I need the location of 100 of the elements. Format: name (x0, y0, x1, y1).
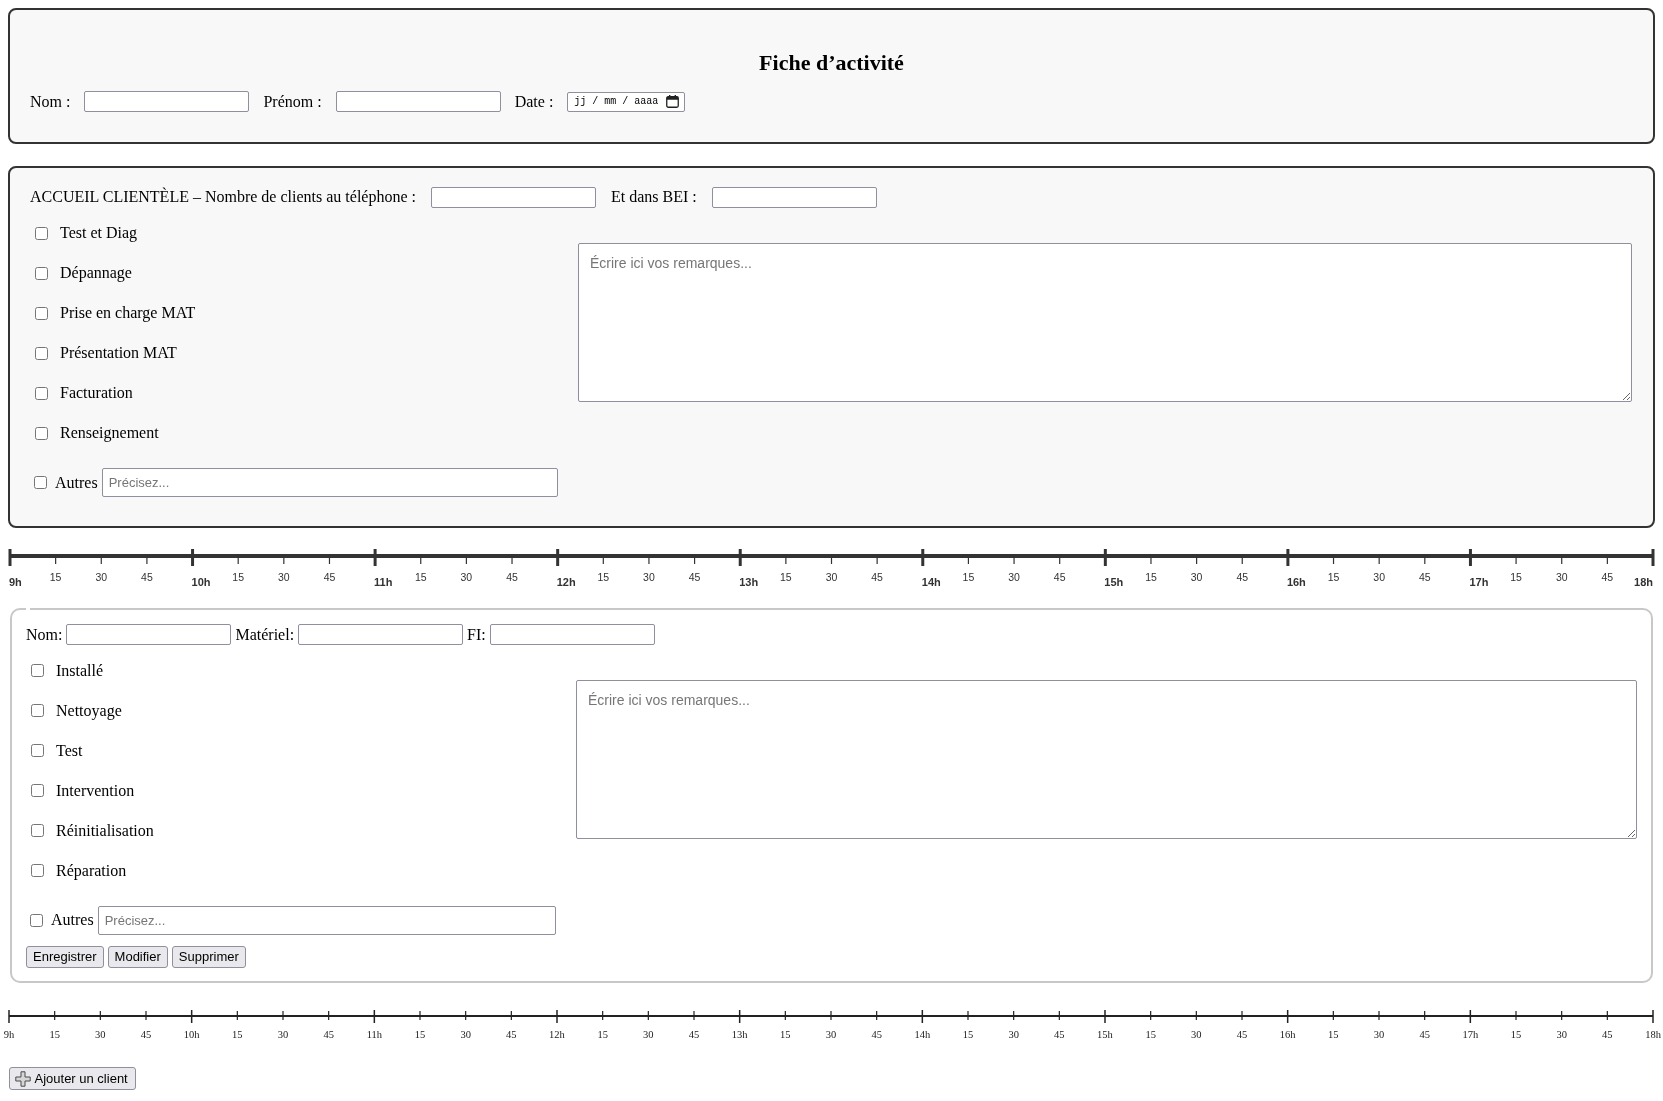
checkbox-label: Nettoyage (56, 701, 122, 720)
checkbox-label: Installé (56, 661, 104, 680)
checkbox[interactable] (35, 346, 48, 360)
minute-label: 30 (94, 1029, 106, 1040)
page-title: Fiche d’activité (758, 50, 905, 76)
form-button[interactable]: Modifier (107, 946, 168, 968)
hour-label: 9h (8, 576, 22, 588)
checkbox[interactable] (31, 864, 44, 877)
field-label: Prénom : (263, 92, 322, 111)
minute-label: 30 (94, 571, 107, 583)
field-label: FI: (467, 625, 486, 644)
minute-label: 45 (1418, 571, 1431, 583)
other-field[interactable]: Précisez... (97, 905, 556, 935)
checkbox[interactable] (35, 426, 48, 440)
checkbox[interactable] (31, 664, 44, 677)
checkbox-label: Réparation (56, 861, 127, 880)
text-field[interactable] (298, 624, 464, 645)
minute-label: 30 (825, 1029, 836, 1040)
minute-label: 15 (1509, 571, 1522, 583)
minute-label: 30 (642, 1029, 654, 1040)
minute-label: 30 (642, 571, 655, 583)
text-field[interactable] (489, 624, 655, 645)
other-field[interactable]: Précisez... (101, 468, 558, 497)
minute-label: 45 (323, 571, 335, 583)
minute-label: 30 (1555, 1029, 1567, 1040)
checkbox-label: Dépannage (60, 264, 132, 282)
form-button[interactable]: Supprimer (171, 946, 246, 968)
minute-label: 15 (1327, 1029, 1339, 1040)
date-field[interactable]: jj / mm / aaaa (567, 91, 686, 112)
checkbox-label: Test et Diag (60, 224, 138, 242)
checkbox[interactable] (31, 744, 44, 757)
hour-label: 18h (1644, 1029, 1661, 1040)
minute-label: 15 (414, 571, 427, 583)
checkbox[interactable] (34, 476, 47, 489)
minute-label: 45 (1601, 1029, 1613, 1040)
remarks-field[interactable]: Écrire ici vos remarques... (576, 680, 1637, 839)
add-client-button[interactable]: Ajouter un client (8, 1067, 136, 1090)
minute-label: 45 (505, 571, 518, 583)
minute-label: 15 (231, 571, 244, 583)
minute-label: 45 (140, 1029, 151, 1040)
checkbox-label: Test (56, 741, 83, 760)
checkbox-label: Prise en charge MAT (60, 304, 196, 322)
hour-label: 14h (921, 576, 941, 588)
hour-label: 9h (3, 1029, 14, 1040)
checkbox[interactable] (31, 824, 44, 837)
hour-label: 13h (731, 1029, 748, 1040)
minute-label: 45 (1235, 571, 1248, 583)
minute-label: 30 (1190, 571, 1202, 583)
minute-label: 45 (1418, 1029, 1430, 1040)
minute-label: 45 (322, 1029, 334, 1040)
hour-label: 16h (1286, 576, 1306, 588)
field-label: Et dans BEI : (610, 188, 697, 206)
checkbox[interactable] (35, 226, 48, 240)
hour-label: 18h (1633, 576, 1653, 588)
minute-label: 30 (277, 571, 290, 583)
text-field[interactable] (711, 186, 877, 208)
minute-label: 30 (460, 571, 472, 583)
checkbox-label: Intervention (56, 781, 135, 800)
minute-label: 15 (49, 571, 61, 583)
minute-label: 30 (1007, 1029, 1019, 1040)
field-label: Nom : (30, 92, 71, 111)
minute-label: 45 (688, 1029, 699, 1040)
minute-label: 30 (459, 1029, 471, 1040)
minute-label: 15 (1144, 571, 1157, 583)
minute-label: 30 (1372, 571, 1385, 583)
checkbox[interactable] (35, 266, 48, 280)
hour-label: 16h (1279, 1029, 1296, 1040)
checkbox[interactable] (31, 704, 44, 717)
minute-label: 45 (688, 571, 700, 583)
checkbox[interactable] (30, 913, 43, 927)
form-button[interactable]: Enregistrer (26, 946, 104, 968)
hour-label: 13h (738, 576, 758, 588)
minute-label: 15 (779, 1029, 791, 1040)
minute-label: 30 (1007, 571, 1020, 583)
hour-label: 10h (191, 576, 210, 588)
checkbox[interactable] (31, 784, 44, 797)
checkbox[interactable] (35, 386, 48, 400)
minute-label: 45 (1236, 1029, 1247, 1040)
remarks-field[interactable]: Écrire ici vos remarques... (578, 242, 1632, 402)
minute-label: 45 (505, 1029, 517, 1040)
minute-label: 45 (870, 1029, 882, 1040)
hour-label: 15h (1103, 576, 1123, 588)
minute-label: 45 (1053, 571, 1066, 583)
field-label: Date : (514, 92, 554, 111)
hour-label: 17h (1468, 576, 1488, 588)
minute-label: 30 (1373, 1029, 1384, 1040)
text-field[interactable] (84, 91, 250, 112)
minute-label: 15 (779, 571, 792, 583)
hour-label: 15h (1096, 1029, 1113, 1040)
checkbox-label: Réinitialisation (56, 821, 154, 840)
text-field[interactable] (430, 186, 596, 208)
hour-label: 17h (1461, 1029, 1478, 1040)
minute-label: 30 (1555, 571, 1568, 583)
text-field[interactable] (66, 624, 232, 645)
text-field[interactable] (335, 91, 501, 112)
minute-label: 15 (231, 1029, 243, 1040)
minute-label: 30 (277, 1029, 288, 1040)
field-label: Matériel: (235, 625, 295, 644)
field-label: Nom: (26, 625, 63, 644)
checkbox[interactable] (35, 306, 48, 320)
